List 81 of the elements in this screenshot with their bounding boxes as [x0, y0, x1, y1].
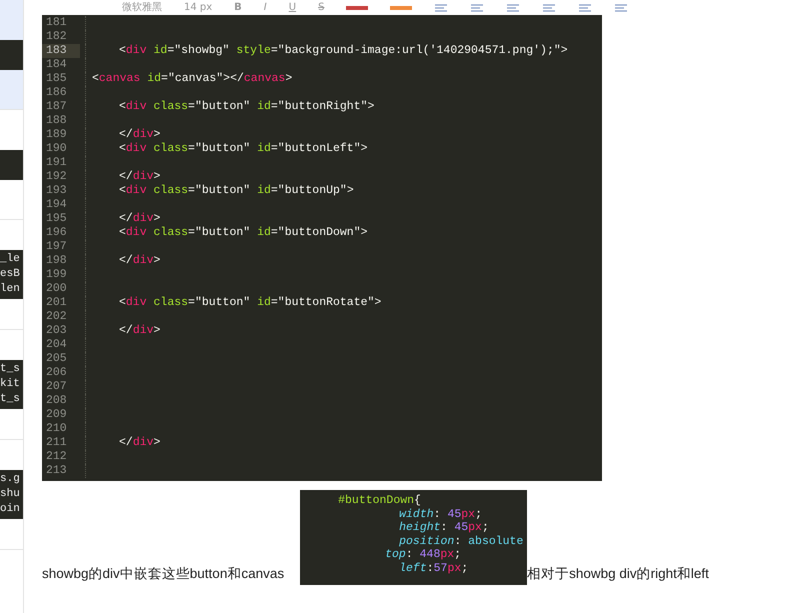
bold-button[interactable]: B	[234, 2, 242, 14]
code-line: <div id="showbg" style="background-image:url('1402904571.png');">	[85, 44, 568, 58]
underline-button[interactable]: U	[288, 2, 296, 14]
line-number: 200	[45, 282, 68, 296]
code-fragment: shu	[0, 487, 21, 502]
paragraph-text: showbg的div中嵌套这些button和canvas	[42, 565, 284, 583]
line-number: 196	[45, 226, 68, 240]
strikethrough-button[interactable]: S	[318, 2, 324, 14]
line-number: 210	[45, 422, 68, 436]
text-color-button[interactable]	[346, 6, 368, 10]
post-thumbnail[interactable]	[0, 0, 23, 110]
line-number: 197	[45, 240, 68, 254]
format-icon[interactable]	[470, 2, 484, 12]
line-number: 191	[45, 156, 68, 170]
code-fragment: t_s	[0, 362, 21, 377]
line-number: 193	[45, 184, 68, 198]
code-fragment: kit	[0, 377, 21, 392]
italic-button[interactable]: I	[264, 2, 267, 14]
line-number: 209	[45, 408, 68, 422]
line-number: 183	[42, 44, 80, 58]
code-line: <div class="button" id="buttonLeft">	[85, 142, 368, 156]
line-number: 192	[45, 170, 68, 184]
code-fragment: s.g	[0, 472, 21, 487]
line-number: 202	[45, 310, 68, 324]
line-number: 187	[45, 100, 68, 114]
code-line: <div class="button" id="buttonRotate">	[85, 296, 382, 310]
line-number: 211	[45, 436, 68, 450]
line-number: 206	[45, 366, 68, 380]
code-fragment: esB	[0, 267, 21, 282]
format-icon[interactable]	[542, 2, 556, 12]
code-line: <div class="button" id="buttonUp">	[85, 184, 354, 198]
code-line: top: 448px;	[384, 548, 462, 562]
format-icon[interactable]	[614, 2, 628, 12]
line-number: 199	[45, 268, 68, 282]
line-number: 212	[45, 450, 68, 464]
post-thumbnail[interactable]: t_s kit t_s	[0, 330, 23, 440]
line-number: 188	[45, 114, 68, 128]
line-number: 184	[45, 58, 68, 72]
code-line: </div>	[85, 128, 160, 142]
code-line: left:57px;	[398, 562, 468, 575]
code-line: </div>	[85, 212, 160, 226]
text-color-button[interactable]	[390, 6, 412, 10]
code-line: width: 45px;	[398, 508, 482, 521]
line-number: 190	[45, 142, 68, 156]
code-line: <canvas id="canvas"></canvas>	[85, 72, 292, 86]
post-thumbnail[interactable]: s.g shu oin	[0, 440, 23, 550]
code-line: </div>	[85, 324, 160, 338]
line-number: 194	[45, 198, 68, 212]
paragraph-text: 相对于showbg div的right和left	[527, 565, 709, 583]
code-line: height: 45px;	[398, 521, 489, 534]
code-line: <div class="button" id="buttonDown">	[85, 226, 368, 240]
font-family-select[interactable]: 微软雅黑	[122, 2, 162, 14]
line-number: 195	[45, 212, 68, 226]
font-size-select[interactable]: 14 px	[184, 2, 212, 14]
line-number: 186	[45, 86, 68, 100]
code-line: </div>	[85, 170, 160, 184]
code-line: </div>	[85, 254, 160, 268]
code-fragment: t_s	[0, 392, 21, 407]
line-number: 203	[45, 324, 68, 338]
format-icon[interactable]	[434, 2, 448, 12]
code-line: position: absolute	[398, 534, 524, 548]
code-line: </div>	[85, 436, 160, 450]
code-line: <div class="button" id="buttonRight">	[85, 100, 374, 114]
line-number: 181	[45, 16, 68, 30]
format-icon[interactable]	[506, 2, 520, 12]
line-number: 207	[45, 380, 68, 394]
code-fragment: _le	[0, 252, 21, 267]
code-fragment: oin	[0, 502, 21, 517]
line-number: 182	[45, 30, 68, 44]
line-number: 205	[45, 352, 68, 366]
line-number: 204	[45, 338, 68, 352]
line-number: 201	[45, 296, 68, 310]
code-fragment: len	[0, 282, 21, 297]
line-number: 198	[45, 254, 68, 268]
line-number: 213	[45, 464, 68, 478]
format-icon[interactable]	[578, 2, 592, 12]
code-line: #buttonDown{	[337, 494, 421, 508]
post-thumbnail[interactable]: _le esB len	[0, 220, 23, 330]
line-number: 189	[45, 128, 68, 142]
line-number: 185	[45, 72, 68, 86]
line-number: 208	[45, 394, 68, 408]
